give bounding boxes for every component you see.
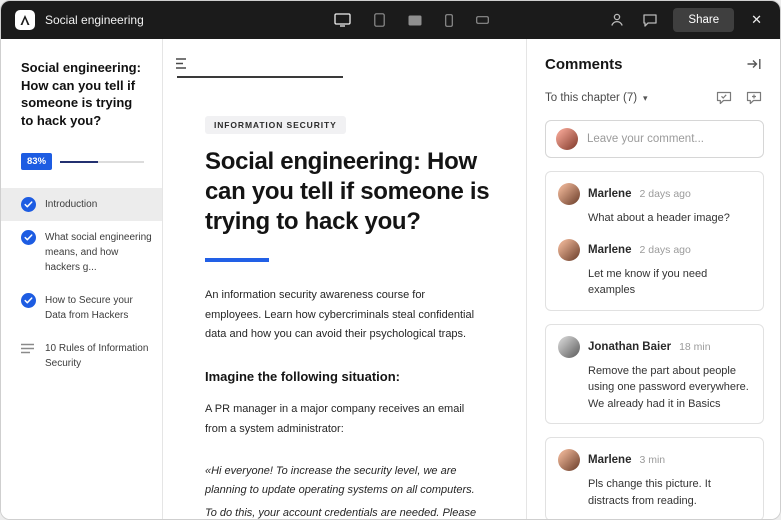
filter-icons: [714, 89, 764, 107]
sidebar-item-label: 10 Rules of Information Security: [45, 341, 154, 371]
sidebar-item-secure-your-data[interactable]: How to Secure your Data from Hackers: [1, 284, 162, 332]
progress-badge: 83%: [21, 153, 52, 170]
filter-label: To this chapter (7): [545, 92, 637, 104]
comment-head: Jonathan Baier 18 min: [558, 336, 751, 358]
comment[interactable]: Marlene 2 days ago Let me know if you ne…: [558, 239, 751, 299]
avatar: [558, 336, 580, 358]
chevron-down-icon: ▾: [643, 93, 648, 104]
body-paragraph[interactable]: A PR manager in a major company receives…: [205, 400, 483, 440]
comment-input-field[interactable]: [587, 133, 753, 145]
comment-time: 3 min: [639, 454, 665, 466]
comment-input[interactable]: [545, 120, 764, 158]
check-icon: [21, 293, 36, 308]
comments-header: Comments: [545, 55, 764, 73]
comment-head: Marlene 2 days ago: [558, 183, 751, 205]
collapse-panel-icon[interactable]: [744, 55, 764, 73]
comment-author: Jonathan Baier: [588, 341, 671, 353]
comment[interactable]: Jonathan Baier 18 min Remove the part ab…: [558, 336, 751, 413]
comment-head: Marlene 3 min: [558, 449, 751, 471]
progress-row: 83%: [21, 153, 144, 170]
resolved-comments-icon[interactable]: [714, 89, 734, 107]
comment-head: Marlene 2 days ago: [558, 239, 751, 261]
user-avatar: [556, 128, 578, 150]
outline-icon[interactable]: [174, 56, 193, 75]
editor-canvas: INFORMATION SECURITY Social engineering:…: [163, 39, 526, 519]
topbar-left: Social engineering: [15, 10, 215, 30]
sidebar-item-label: What social engineering means, and how h…: [45, 230, 154, 275]
preview-tablet-portrait-icon[interactable]: [372, 11, 387, 29]
intro-paragraph[interactable]: An information security awareness course…: [205, 286, 483, 345]
comment-text: Remove the part about people using one p…: [588, 363, 751, 413]
sidebar-item-what-social-engineering-means[interactable]: What social engineering means, and how h…: [1, 221, 162, 284]
device-preview-toolbar: [215, 11, 607, 29]
progress-bar-fill: [60, 161, 98, 163]
sidebar-item-label: Introduction: [45, 197, 154, 212]
check-icon: [21, 230, 36, 245]
avatar: [558, 449, 580, 471]
sidebar-item-introduction[interactable]: Introduction: [1, 188, 162, 221]
close-icon[interactable]: ✕: [747, 10, 766, 30]
collaborators-icon[interactable]: [607, 10, 627, 30]
comments-filter[interactable]: To this chapter (7) ▾: [545, 92, 648, 104]
app-logo-icon[interactable]: [15, 10, 35, 30]
comments-title: Comments: [545, 56, 623, 73]
category-chip: INFORMATION SECURITY: [205, 116, 346, 134]
check-icon: [21, 197, 36, 212]
course-title: Social engineering: How can you tell if …: [21, 59, 146, 129]
comment-author: Marlene: [588, 188, 631, 200]
document-title: Social engineering: [45, 13, 144, 27]
sidebar-item-10-rules[interactable]: 10 Rules of Information Security: [1, 332, 162, 380]
preview-tablet-landscape-icon[interactable]: [406, 13, 424, 28]
new-comment-icon[interactable]: [744, 89, 764, 107]
subheading[interactable]: Imagine the following situation:: [205, 369, 505, 384]
comment[interactable]: Marlene 2 days ago What about a header i…: [558, 183, 751, 227]
comments-toggle-icon[interactable]: [640, 11, 660, 30]
page-title[interactable]: Social engineering: How can you tell if …: [205, 147, 505, 238]
accent-rule: [205, 258, 269, 262]
comment-thread[interactable]: Marlene 2 days ago What about a header i…: [545, 171, 764, 311]
comment-thread[interactable]: Marlene 3 min Pls change this picture. I…: [545, 437, 764, 519]
sidebar-item-label: How to Secure your Data from Hackers: [45, 293, 154, 323]
comment-time: 18 min: [679, 341, 711, 353]
preview-phone-landscape-icon[interactable]: [474, 14, 491, 26]
preview-desktop-icon[interactable]: [332, 11, 353, 29]
comment-author: Marlene: [588, 244, 631, 256]
topbar: Social engineering: [1, 1, 780, 39]
comment-author: Marlene: [588, 454, 631, 466]
document-page: INFORMATION SECURITY Social engineering:…: [205, 115, 505, 519]
comment-text: Let me know if you need examples: [588, 266, 751, 299]
comment[interactable]: Marlene 3 min Pls change this picture. I…: [558, 449, 751, 509]
comments-filter-row: To this chapter (7) ▾: [545, 89, 764, 107]
share-button[interactable]: Share: [673, 8, 734, 32]
comments-panel: Comments To this chapter (7) ▾: [526, 39, 780, 519]
quote-paragraph[interactable]: «Hi everyone! To increase the security l…: [205, 462, 483, 502]
progress-bar: [60, 161, 144, 163]
preview-phone-portrait-icon[interactable]: [443, 12, 455, 29]
avatar: [558, 239, 580, 261]
list-icon: [21, 341, 36, 356]
app-window: Social engineering: [0, 0, 781, 520]
quote-paragraph[interactable]: To do this, your account credentials are…: [205, 504, 483, 519]
outline-sidebar: Social engineering: How can you tell if …: [1, 39, 163, 519]
topbar-right: Share ✕: [607, 8, 766, 32]
comment-text: Pls change this picture. It distracts fr…: [588, 476, 751, 509]
comment-thread[interactable]: Jonathan Baier 18 min Remove the part ab…: [545, 324, 764, 425]
comment-time: 2 days ago: [639, 244, 690, 256]
comment-text: What about a header image?: [588, 210, 751, 227]
app-body: Social engineering: How can you tell if …: [1, 39, 780, 519]
avatar: [558, 183, 580, 205]
chapter-nav: Introduction What social engineering mea…: [1, 188, 162, 380]
comment-time: 2 days ago: [639, 188, 690, 200]
block-divider: [177, 76, 343, 78]
